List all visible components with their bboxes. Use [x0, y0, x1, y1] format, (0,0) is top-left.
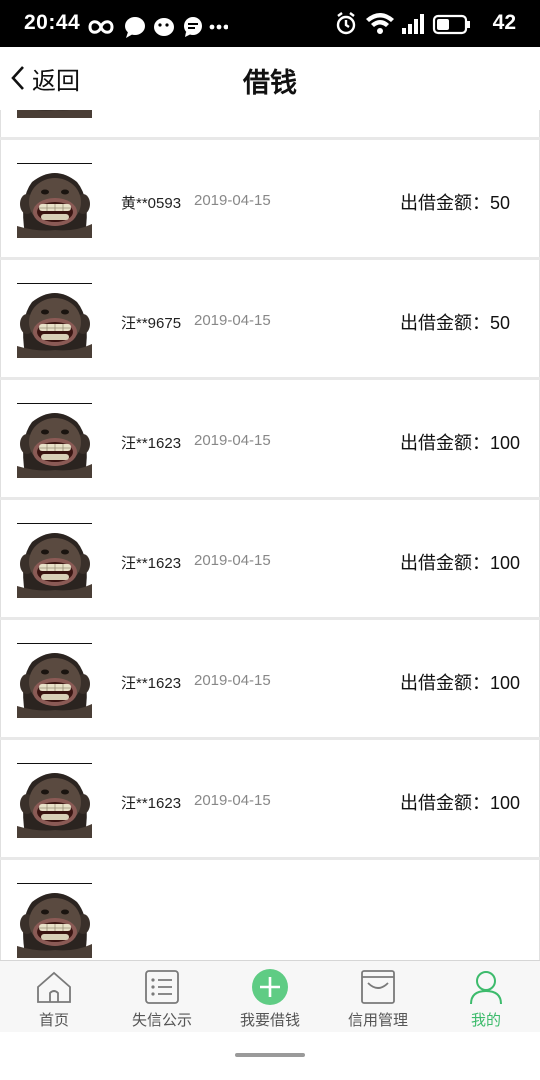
amount-label: 出借金额：	[400, 193, 490, 213]
inbox-icon	[361, 970, 395, 1004]
loan-date: 2019-04-15	[194, 792, 271, 809]
lender-name: 黄**0593	[121, 195, 182, 212]
amount-value: 100	[490, 553, 521, 573]
amount-value: 50	[490, 193, 511, 213]
back-label: 返回	[32, 67, 80, 95]
loan-amount: 出借金额：100	[400, 789, 520, 815]
back-button[interactable]: 返回	[8, 61, 80, 95]
loan-amount: 出借金额：100	[400, 669, 520, 695]
wechat-icon	[154, 18, 174, 36]
avatar	[17, 283, 92, 358]
amount-label: 出借金额：	[400, 433, 490, 453]
header: 返回 借钱	[0, 47, 540, 110]
tab-credit-management[interactable]: 信用管理	[324, 961, 432, 1033]
list-item[interactable]: 汪**9675 2019-04-15 出借金额：50	[0, 260, 540, 377]
loan-date: 2019-04-15	[194, 552, 271, 569]
lender-name: 汪**9675	[121, 315, 182, 332]
message-icon	[184, 17, 202, 37]
lender-name: 汪**1623	[121, 675, 182, 692]
tab-dishonesty-list[interactable]: 失信公示	[108, 961, 216, 1033]
battery-icon	[432, 14, 470, 35]
loan-date: 2019-04-15	[194, 672, 271, 689]
loan-date: 2019-04-15	[194, 192, 271, 209]
chimp-avatar-icon	[17, 764, 92, 838]
wifi-icon	[366, 13, 394, 34]
list-icon	[145, 970, 179, 1004]
chat-bubble-icon	[125, 17, 145, 38]
avatar	[17, 403, 92, 478]
loan-date: 2019-04-15	[194, 312, 271, 329]
list-item[interactable]: 汪**1623 2019-04-15 出借金额：100	[0, 500, 540, 617]
amount-value: 100	[490, 433, 521, 453]
home-indicator[interactable]	[235, 1053, 305, 1057]
avatar	[17, 523, 92, 598]
chimp-avatar-icon	[17, 284, 92, 358]
amount-label: 出借金额：	[400, 553, 490, 573]
battery-level: 42	[492, 11, 516, 34]
amount-value: 50	[490, 313, 511, 333]
alarm-icon	[336, 12, 356, 35]
more-dots-icon	[209, 24, 229, 30]
amount-label: 出借金额：	[400, 313, 490, 333]
tab-home-label: 首页	[38, 1012, 69, 1029]
avatar	[17, 763, 92, 838]
tab-profile-label: 我的	[470, 1012, 501, 1029]
page-title: 借钱	[243, 68, 297, 98]
status-time: 20:44	[24, 11, 81, 34]
loan-amount: 出借金额：50	[400, 309, 510, 335]
plus-circle-icon	[252, 969, 288, 1005]
list-item[interactable]: 黄**0593 2019-04-15 出借金额：50	[0, 140, 540, 257]
lender-name: 汪**1623	[121, 795, 182, 812]
infinity-icon	[88, 20, 114, 34]
loan-date: 2019-04-15	[194, 432, 271, 449]
home-icon	[37, 971, 71, 1003]
lender-list[interactable]: 黄**2731 2019-04-15 出借金额：50 黄**0593 2019-	[0, 110, 540, 960]
navigation-area	[0, 1032, 540, 1080]
loan-amount: 出借金额：100	[400, 429, 520, 455]
status-bar: 20:44 42	[0, 0, 540, 47]
list-item[interactable]: 汪**1623 2019-04-15 出借金额：100	[0, 740, 540, 857]
chevron-left-icon	[11, 66, 24, 90]
chimp-avatar-icon	[17, 524, 92, 598]
loan-amount: 出借金额：50	[400, 189, 510, 215]
signal-icon	[402, 14, 424, 34]
lender-name: 汪**1623	[121, 435, 182, 452]
tab-borrow-label: 我要借钱	[239, 1012, 300, 1029]
user-icon	[470, 971, 502, 1005]
avatar	[17, 163, 92, 238]
amount-label: 出借金额：	[400, 793, 490, 813]
amount-label: 出借金额：	[400, 673, 490, 693]
chimp-avatar-icon	[17, 644, 92, 718]
list-item[interactable]: 汪**1623 2019-04-15 出借金额：100	[0, 620, 540, 737]
chimp-avatar-icon	[17, 884, 92, 958]
amount-value: 100	[490, 673, 521, 693]
tab-dishonesty-list-label: 失信公示	[131, 1012, 192, 1029]
bottom-tab-bar: 首页 失信公示 我要借钱 信用管理 我的	[0, 960, 540, 1032]
avatar	[17, 643, 92, 718]
chimp-avatar-icon	[17, 404, 92, 478]
tab-home[interactable]: 首页	[0, 961, 108, 1033]
list-item[interactable]	[0, 860, 540, 960]
avatar	[17, 883, 92, 958]
list-item[interactable]: 汪**1623 2019-04-15 出借金额：100	[0, 380, 540, 497]
lender-list-inner: 黄**2731 2019-04-15 出借金额：50 黄**0593 2019-	[0, 110, 540, 960]
status-notification-icons	[88, 15, 229, 39]
loan-amount: 出借金额：100	[400, 549, 520, 575]
lender-name: 汪**1623	[121, 555, 182, 572]
tab-credit-management-label: 信用管理	[347, 1012, 408, 1029]
chimp-avatar-icon	[17, 164, 92, 238]
tab-borrow[interactable]: 我要借钱	[216, 961, 324, 1033]
avatar	[17, 110, 92, 118]
amount-value: 100	[490, 793, 521, 813]
tab-profile[interactable]: 我的	[432, 961, 540, 1033]
chimp-avatar-icon	[17, 110, 92, 118]
list-item[interactable]: 黄**2731 2019-04-15 出借金额：50	[0, 110, 540, 137]
